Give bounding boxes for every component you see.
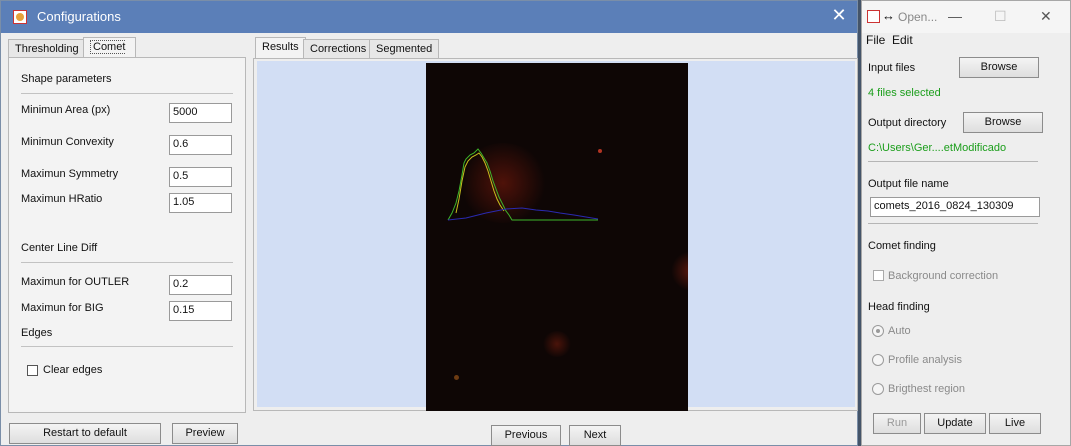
image-canvas: [257, 61, 855, 411]
clear-edges-checkbox[interactable]: [27, 365, 38, 376]
preview-button[interactable]: Preview: [172, 423, 238, 444]
profile-analysis-radio[interactable]: [872, 354, 884, 366]
edges-heading: Edges: [21, 327, 53, 339]
open-window: ↔ Open... — ☐ ✕ File Edit Input files Br…: [861, 0, 1071, 446]
menu-bar: File Edit: [862, 31, 1070, 49]
max-outler-input[interactable]: 0.2: [169, 275, 232, 295]
close-icon[interactable]: ✕: [827, 5, 851, 29]
maximize-icon[interactable]: ☐: [994, 8, 1007, 25]
output-directory-label: Output directory: [868, 117, 947, 129]
tab-thresholding[interactable]: Thresholding: [8, 39, 86, 58]
brightest-region-label: Brigthest region: [888, 383, 966, 395]
output-file-name-label: Output file name: [868, 178, 949, 190]
open-window-titlebar[interactable]: ↔ Open... — ☐ ✕: [862, 1, 1070, 33]
tab-results[interactable]: Results: [255, 37, 306, 58]
background-correction-label: Background correction: [888, 270, 999, 282]
min-area-input[interactable]: 5000: [169, 103, 232, 123]
minimize-icon[interactable]: —: [948, 8, 962, 24]
tab-comet-finding[interactable]: Comet Finding: [83, 37, 137, 72]
java-app-icon: [867, 10, 880, 23]
dialog-title: Configurations: [37, 9, 121, 24]
max-symmetry-input[interactable]: 0.5: [169, 167, 232, 187]
live-button[interactable]: Live: [989, 413, 1041, 434]
comet-finding-heading: Comet finding: [868, 240, 936, 252]
update-button[interactable]: Update: [924, 413, 986, 434]
separator: [21, 346, 233, 347]
browse-output-button[interactable]: Browse: [963, 112, 1043, 133]
open-window-title: Open...: [898, 10, 938, 24]
separator: [868, 223, 1038, 224]
brightest-region-radio[interactable]: [872, 383, 884, 395]
comet-finding-page: Shape parameters Minimun Area (px) 5000 …: [8, 57, 246, 413]
results-body: [253, 58, 858, 411]
green-profile-line: [447, 148, 598, 221]
tab-results-label: Results: [262, 41, 299, 53]
tab-segmented[interactable]: Segmented: [369, 39, 440, 58]
tab-corrections[interactable]: Corrections: [303, 39, 374, 58]
output-file-name-input[interactable]: comets_2016_0824_130309: [870, 197, 1040, 217]
max-hratio-label: Maximun HRatio: [21, 193, 103, 205]
input-files-label: Input files: [868, 62, 916, 74]
clear-edges-label: Clear edges: [43, 364, 103, 376]
auto-radio-label: Auto: [888, 325, 911, 337]
tab-corrections-label: Corrections: [310, 43, 367, 55]
separator: [21, 93, 233, 94]
parameters-panel: Thresholding Comet Finding Shape paramet…: [8, 37, 246, 413]
max-hratio-input[interactable]: 1.05: [169, 193, 232, 213]
separator: [21, 262, 233, 263]
next-button[interactable]: Next: [569, 425, 621, 446]
previous-button[interactable]: Previous: [491, 425, 561, 446]
min-convexity-label: Minimun Convexity: [21, 136, 114, 148]
menu-edit[interactable]: Edit: [892, 33, 913, 47]
configurations-dialog: Configurations ✕ Thresholding Comet Find…: [0, 0, 858, 446]
swap-arrows-icon: ↔: [882, 8, 895, 23]
center-line-diff-heading: Center Line Diff: [21, 242, 98, 254]
head-finding-heading: Head finding: [868, 301, 930, 313]
max-big-label: Maximun for BIG: [21, 302, 104, 314]
separator: [868, 161, 1038, 162]
tab-segmented-label: Segmented: [376, 43, 433, 55]
max-big-input[interactable]: 0.15: [169, 301, 232, 321]
run-button[interactable]: Run: [873, 413, 921, 434]
background-correction-checkbox[interactable]: [873, 270, 884, 281]
results-panel: Results Corrections Segmented: [253, 37, 858, 413]
intensity-profile-plot: [447, 148, 599, 221]
profile-analysis-label: Profile analysis: [888, 354, 962, 366]
shape-parameters-heading: Shape parameters: [21, 73, 112, 85]
max-symmetry-label: Maximun Symmetry: [21, 168, 119, 180]
close-icon[interactable]: ✕: [1040, 8, 1052, 25]
yellow-profile-line: [455, 152, 505, 214]
java-app-icon: [13, 10, 27, 24]
output-directory-value: C:\Users\Ger....etModificado: [868, 142, 1007, 154]
min-area-label: Minimun Area (px): [21, 104, 111, 116]
menu-file[interactable]: File: [866, 33, 885, 47]
browse-input-button[interactable]: Browse: [959, 57, 1039, 78]
max-outler-label: Maximun for OUTLER: [21, 276, 130, 288]
min-convexity-input[interactable]: 0.6: [169, 135, 232, 155]
comet-image: [426, 63, 688, 411]
files-selected-status: 4 files selected: [868, 87, 941, 99]
restart-default-button[interactable]: Restart to default: [9, 423, 161, 444]
dialog-titlebar[interactable]: Configurations ✕: [1, 1, 857, 33]
blue-profile-line: [447, 207, 599, 221]
tab-thresholding-label: Thresholding: [15, 43, 79, 55]
auto-radio[interactable]: [872, 325, 884, 337]
